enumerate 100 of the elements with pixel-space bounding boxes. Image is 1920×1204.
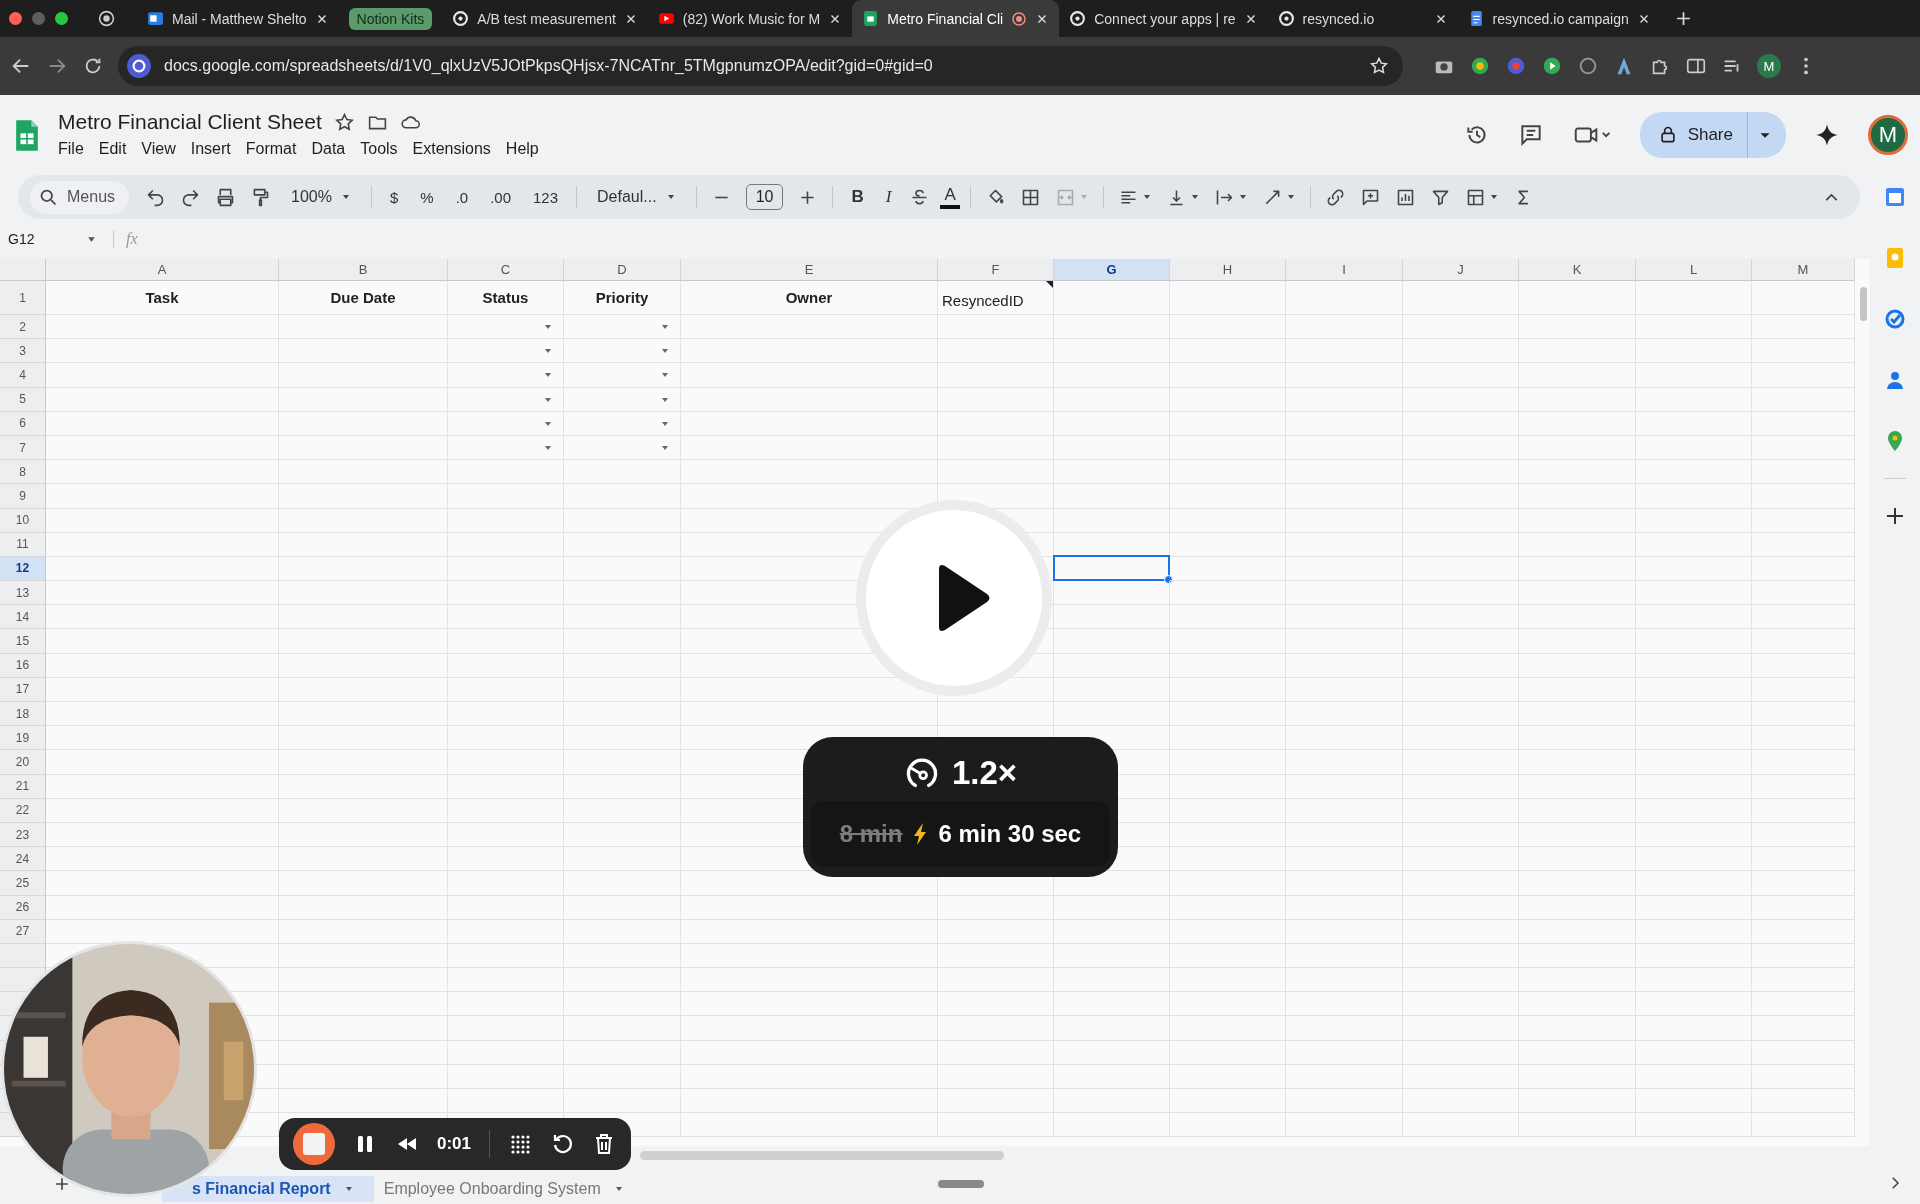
row-number[interactable]: 27 [0,919,46,944]
drag-handle[interactable] [938,1180,984,1188]
extension-icon[interactable] [1577,55,1599,77]
table-cell[interactable]: Owner [681,281,938,315]
row-number[interactable]: 26 [0,895,46,920]
column-header[interactable]: A [46,259,279,281]
column-header[interactable]: M [1752,259,1855,281]
row-number[interactable]: 21 [0,774,46,799]
extension-icon[interactable] [1541,55,1563,77]
table-cell[interactable]: Due Date [279,281,448,315]
table-cell[interactable]: Status [448,281,564,315]
extension-icon[interactable] [1469,55,1491,77]
sheet-tab[interactable]: Employee Onboarding System [373,1176,644,1202]
column-header[interactable]: F [938,259,1054,281]
name-box[interactable]: G12 [8,231,80,247]
column-header[interactable]: B [279,259,448,281]
table-cell[interactable]: Task [46,281,279,315]
row-number[interactable]: 15 [0,629,46,654]
row-number[interactable]: 5 [0,387,46,412]
format-button[interactable]: $ [381,186,407,208]
row-number[interactable]: 2 [0,315,46,340]
browser-tab[interactable]: resynced.io [1267,0,1458,37]
row-number[interactable]: 23 [0,822,46,848]
close-window-icon[interactable] [9,12,22,25]
dropdown-button[interactable]: 100% [281,186,361,208]
address-field[interactable]: docs.google.com/spreadsheets/d/1V0_qlxUzV5JOtPkpsQHjsx-7NCATnr_5TMgpnumzOPA/edit?gid=0#gid=0 [118,46,1403,86]
dropdown-button[interactable]: Defaul... [587,186,686,208]
record-icon[interactable] [98,10,115,27]
menu-item[interactable]: Format [245,138,305,160]
row-number[interactable]: 4 [0,363,46,388]
column-header[interactable]: L [1636,259,1752,281]
minimize-window-icon[interactable] [32,12,45,25]
row-number[interactable]: 25 [0,871,46,896]
calendar-icon[interactable] [1883,185,1907,209]
maximize-window-icon[interactable] [55,12,68,25]
format-button[interactable]: 123 [525,186,567,208]
format-button[interactable]: I [877,185,900,209]
tab-group-label[interactable]: Notion Kits [348,7,433,30]
browser-tab[interactable]: Connect your apps | re [1059,0,1268,37]
column-header[interactable]: J [1403,259,1519,281]
menu-item[interactable]: Tools [360,138,406,160]
scrollbar-thumb[interactable] [640,1151,1004,1160]
browser-tab[interactable]: A/B test measurement [442,0,648,37]
row-number[interactable]: 22 [0,798,46,823]
column-header[interactable]: K [1519,259,1636,281]
menu-item[interactable]: Edit [98,138,135,160]
sheet-tab[interactable]: s Financial Report [162,1176,374,1202]
row-number[interactable]: 10 [0,508,46,533]
menu-item[interactable]: View [141,138,184,160]
format-button[interactable]: A [940,185,960,209]
row-number[interactable]: 3 [0,339,46,364]
table-cell[interactable]: ResyncedID [938,281,1054,315]
sheets-logo-icon[interactable] [14,117,40,153]
site-info-icon[interactable] [126,53,152,79]
column-header[interactable]: C [448,259,564,281]
row-number[interactable]: 1 [0,281,46,315]
bookmark-star-icon[interactable] [1369,56,1389,76]
row-number[interactable]: 7 [0,435,46,461]
column-header[interactable]: H [1170,259,1286,281]
row-number[interactable]: 9 [0,484,46,509]
menu-item[interactable]: Insert [190,138,239,160]
font-size-field[interactable]: 10 [745,184,784,210]
document-title[interactable]: Metro Financial Client Sheet [58,110,322,134]
menu-item[interactable]: Data [311,138,354,160]
user-avatar[interactable]: M [1868,115,1908,155]
row-number[interactable]: 20 [0,750,46,775]
row-number[interactable]: 12 [0,556,46,582]
format-button[interactable]: B [843,185,872,209]
select-all-corner[interactable] [0,259,46,281]
row-number[interactable]: 8 [0,460,46,485]
menu-item[interactable]: Extensions [412,138,499,160]
menu-item[interactable]: Help [505,138,547,160]
table-cell[interactable]: Priority [564,281,681,315]
row-number[interactable]: 11 [0,532,46,557]
row-number[interactable]: 14 [0,605,46,630]
star-icon[interactable] [333,111,355,133]
stop-button[interactable] [293,1123,335,1165]
column-header[interactable]: G [1054,259,1170,281]
new-tab-icon[interactable] [1674,10,1692,27]
format-button[interactable]: .00 [482,186,519,208]
format-button[interactable]: .0 [447,186,477,208]
profile-avatar[interactable]: M [1757,54,1781,78]
row-number[interactable]: 18 [0,702,46,727]
browser-tab[interactable]: Mail - Matthew Shelto [137,0,339,37]
row-number[interactable]: 24 [0,847,46,872]
row-number[interactable]: 19 [0,726,46,751]
column-header[interactable]: E [681,259,938,281]
column-header[interactable]: D [564,259,681,281]
format-button[interactable]: % [412,186,442,208]
tasks-check-icon[interactable] [1883,307,1907,331]
browser-tab[interactable]: Metro Financial Cli [852,0,1060,37]
menus-search-button[interactable]: Menus [30,180,130,214]
menu-item[interactable]: File [58,138,92,160]
browser-tab[interactable]: resynced.io campaign [1457,0,1661,37]
row-number[interactable]: 13 [0,581,46,606]
row-number[interactable]: 16 [0,653,46,678]
row-number[interactable]: 6 [0,411,46,436]
row-number[interactable]: 17 [0,677,46,702]
scrollbar-thumb[interactable] [1860,287,1867,321]
column-header[interactable]: I [1286,259,1403,281]
